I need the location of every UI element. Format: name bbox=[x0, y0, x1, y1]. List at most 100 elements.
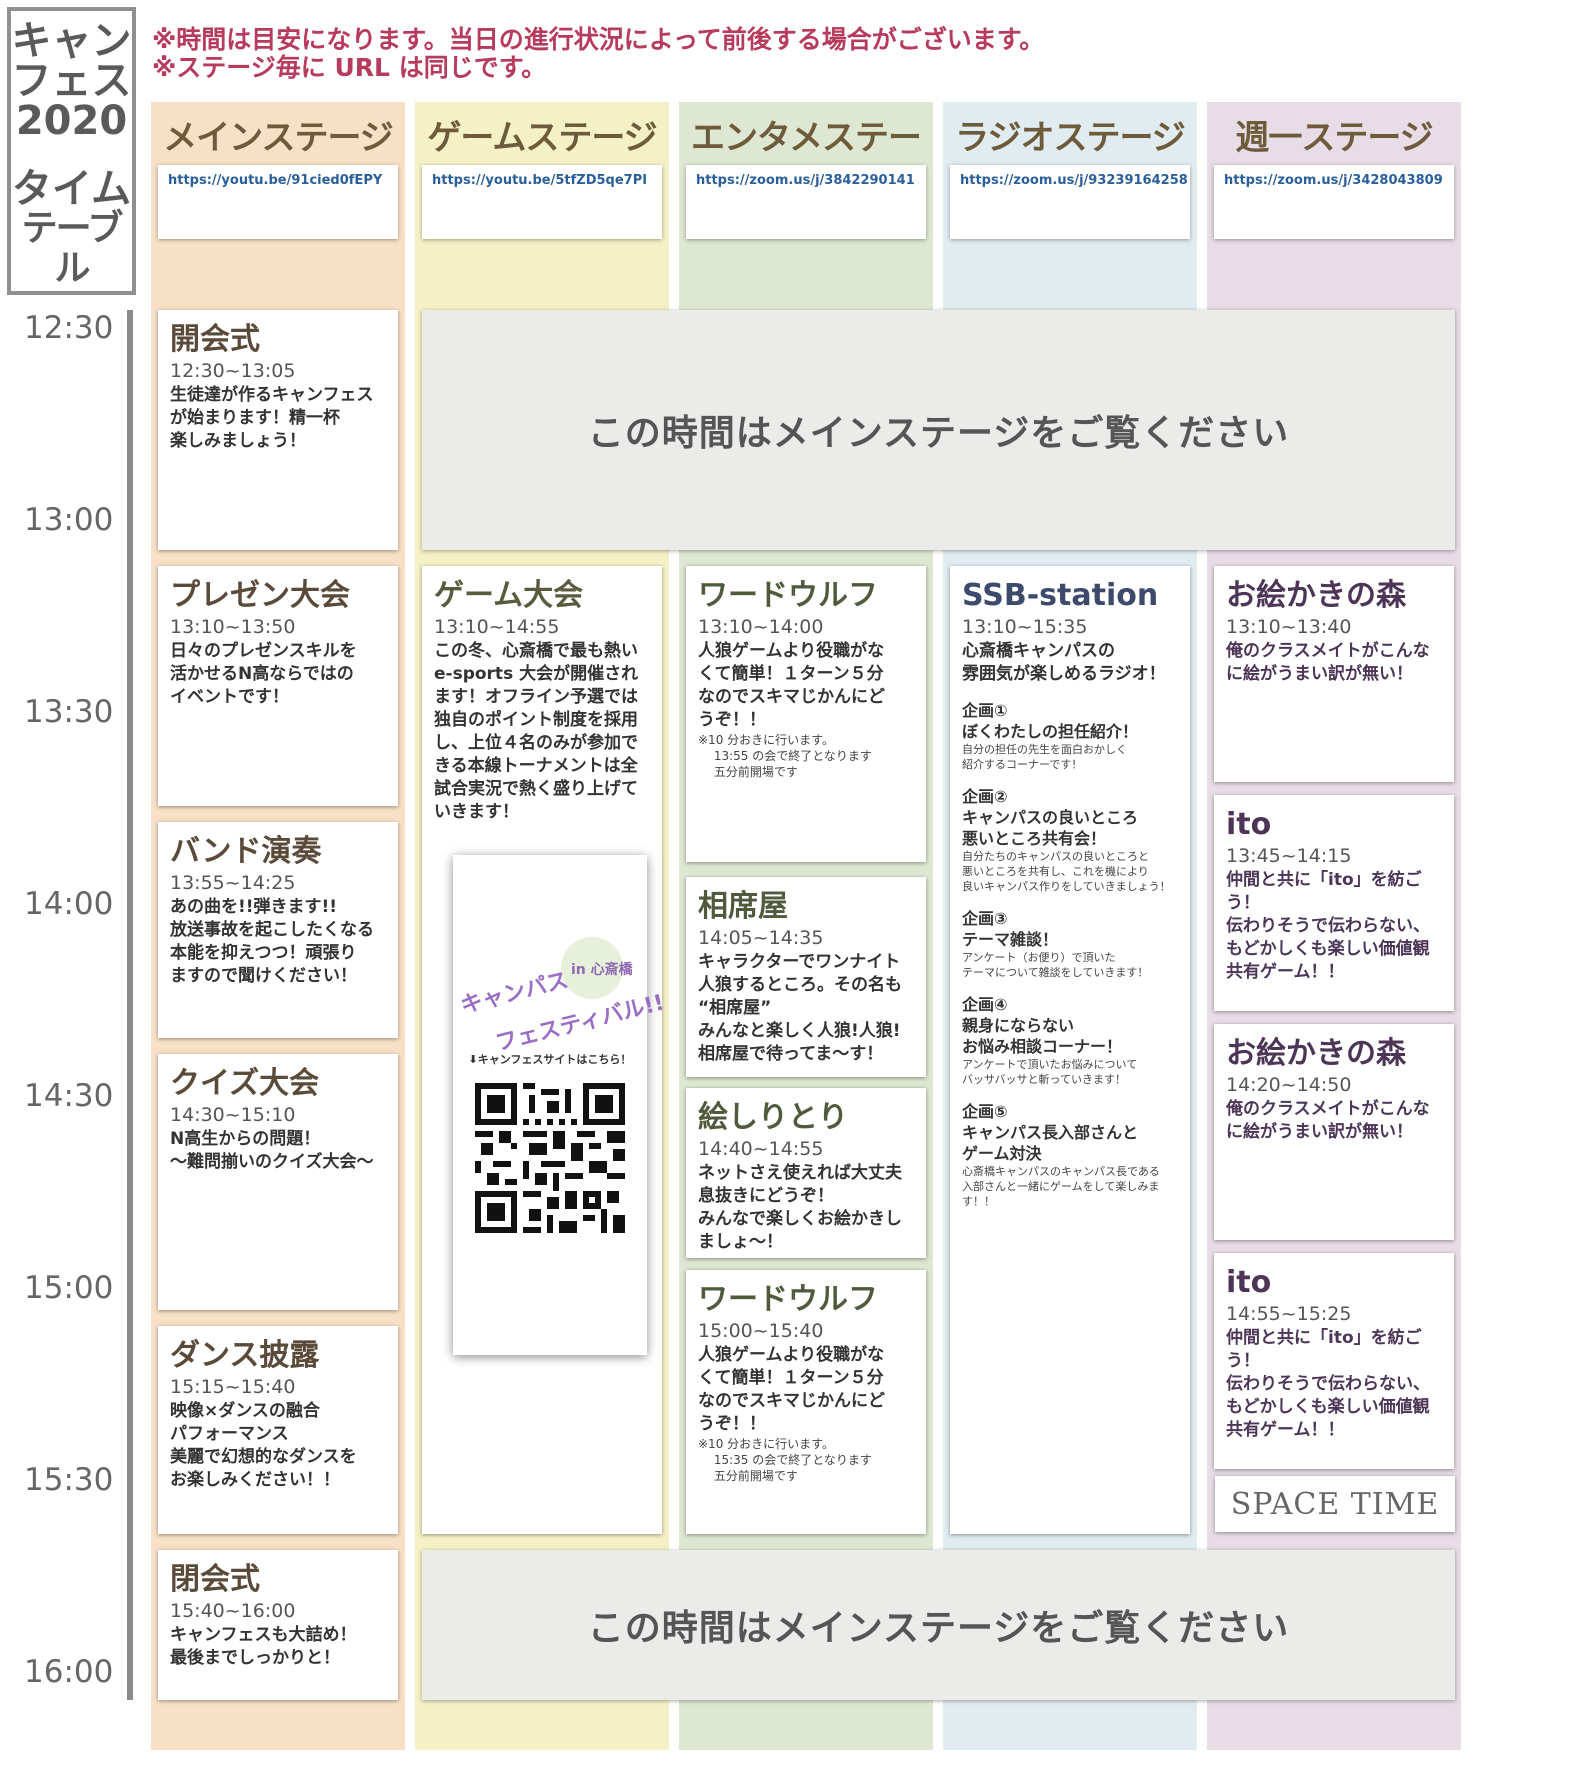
segment-heading: 企画④ bbox=[962, 995, 1008, 1014]
notice-url: ※ステージ毎に URL は同じです。 bbox=[152, 53, 547, 82]
stage-title-radio: ラジオステージ bbox=[955, 118, 1186, 158]
time-label: 16:00 bbox=[24, 1654, 114, 1690]
event-time: 13:10~15:35 bbox=[962, 616, 1088, 638]
qr-code-icon[interactable] bbox=[475, 1083, 625, 1233]
event-time: 14:40~14:55 bbox=[698, 1138, 824, 1160]
event-description: 生徒達が作るキャンフェス が始まります！精一杯 楽しみましょう！ bbox=[170, 385, 374, 451]
poster-caption: ⬇キャンフェスサイトはこちら！ bbox=[468, 1053, 632, 1066]
radio-segment: 企画③ テーマ雑談！ アンケート（お便り）で頂いた テーマについて雑談をしていき… bbox=[962, 908, 1178, 980]
stage-url-radio[interactable]: https://zoom.us/j/93239164258 bbox=[950, 165, 1190, 239]
time-label: 13:00 bbox=[24, 502, 114, 538]
event-card-enta[interactable]: 相席屋 14:05~14:35 キャラクターでワンナイト 人狼するところ。その名… bbox=[686, 877, 926, 1077]
event-time: 14:20~14:50 bbox=[1226, 1074, 1352, 1096]
event-time: 15:00~15:40 bbox=[698, 1320, 824, 1342]
campus-fest-poster[interactable]: in 心斎橋 キャンパス フェスティバル!! ⬇キャンフェスサイトはこちら！ bbox=[453, 855, 667, 1355]
radio-segment: 企画⑤ キャンパス長入部さんと ゲーム対決 心斎橋キャンパスのキャンパス長である… bbox=[962, 1101, 1178, 1209]
event-description: 仲間と共に「ito」を紡ごう！ 伝わりそうで伝わらない、 もどかしくも楽しい価値… bbox=[1226, 1328, 1430, 1440]
stage-url-week[interactable]: https://zoom.us/j/3428043809 bbox=[1214, 165, 1454, 239]
event-card-radio[interactable]: SSB-station 13:10~15:35 心斎橋キャンパスの 雰囲気が楽し… bbox=[950, 566, 1190, 1534]
event-card-week[interactable]: お絵かきの森 13:10~13:40 俺のクラスメイトがこんな に絵がうまい訳が… bbox=[1214, 566, 1454, 782]
title-line-5: テーブル bbox=[21, 208, 124, 289]
event-time: 13:10~14:00 bbox=[698, 616, 824, 638]
event-time: 13:55~14:25 bbox=[170, 872, 296, 894]
event-description: 心斎橋キャンパスの 雰囲気が楽しめるラジオ！ bbox=[962, 641, 1166, 684]
event-title: 絵しりとり bbox=[698, 1100, 848, 1135]
event-card-enta[interactable]: 絵しりとり 14:40~14:55 ネットさえ使えれば大丈夫 息抜きにどうぞ！ … bbox=[686, 1088, 926, 1258]
timeline-bar bbox=[127, 310, 133, 1700]
event-time: 14:05~14:35 bbox=[698, 927, 824, 949]
segment-title: ぼくわたしの担任紹介！ bbox=[962, 722, 1139, 741]
segment-title: テーマ雑談！ bbox=[962, 930, 1059, 949]
event-description: あの曲を!!弾きます!! 放送事故を起こしたくなる 本能を抑えつつ！頑張り ます… bbox=[170, 897, 374, 986]
event-card-week[interactable]: お絵かきの森 14:20~14:50 俺のクラスメイトがこんな に絵がうまい訳が… bbox=[1214, 1024, 1454, 1240]
title-line-1: キャン bbox=[11, 18, 132, 64]
time-label: 14:30 bbox=[24, 1078, 114, 1114]
segment-heading: 企画⑤ bbox=[962, 1102, 1008, 1121]
segment-title: キャンパスの良いところ 悪いところ共有会！ bbox=[962, 808, 1139, 848]
event-card-week[interactable]: ito 13:45~14:15 仲間と共に「ito」を紡ごう！ 伝わりそうで伝わ… bbox=[1214, 795, 1454, 1011]
segment-description: アンケート（お便り）で頂いた テーマについて雑談をしていきます！ bbox=[962, 951, 1149, 979]
event-description: キャラクターでワンナイト 人狼するところ。その名も “相席屋” みんなと楽しく人… bbox=[698, 952, 902, 1064]
event-title: ワードウルフ bbox=[698, 1282, 878, 1317]
event-title: バンド演奏 bbox=[170, 834, 322, 869]
event-card-enta[interactable]: ワードウルフ 15:00~15:40 人狼ゲームより役職がな くて簡単！１ターン… bbox=[686, 1270, 926, 1534]
time-label: 15:00 bbox=[24, 1270, 114, 1306]
event-description: 仲間と共に「ito」を紡ごう！ 伝わりそうで伝わらない、 もどかしくも楽しい価値… bbox=[1226, 870, 1430, 982]
title-line-2: フェス bbox=[11, 58, 132, 104]
segment-title: 親身にならない お悩み相談コーナー！ bbox=[962, 1016, 1123, 1056]
stage-url-game[interactable]: https://youtu.be/5tfZD5qe7PI bbox=[422, 165, 662, 239]
event-time: 14:30~15:10 bbox=[170, 1104, 296, 1126]
event-time: 14:55~15:25 bbox=[1226, 1303, 1352, 1325]
event-time: 13:10~13:50 bbox=[170, 616, 296, 638]
event-title: お絵かきの森 bbox=[1226, 1036, 1406, 1071]
segment-heading: 企画② bbox=[962, 787, 1008, 806]
event-time: 13:10~14:55 bbox=[434, 616, 560, 638]
segment-heading: 企画① bbox=[962, 701, 1008, 720]
event-description: キャンフェスも大詰め！ 最後までしっかりと！ bbox=[170, 1625, 357, 1668]
event-title: 閉会式 bbox=[170, 1562, 260, 1597]
event-title: クイズ大会 bbox=[170, 1066, 320, 1101]
main-stage-notice-band-top: この時間はメインステージをご覧ください bbox=[422, 310, 1455, 550]
time-label: 15:30 bbox=[24, 1462, 114, 1498]
event-card-main[interactable]: 開会式 12:30~13:05 生徒達が作るキャンフェス が始まります！精一杯 … bbox=[158, 310, 398, 550]
event-description: 人狼ゲームより役職がな くて簡単！１ターン５分 なのでスキマじかんにど うぞ！！ bbox=[698, 1345, 885, 1434]
event-note: ※10 分おきに行います。 15:35 の会で終了となります 五分前開場です bbox=[698, 1437, 872, 1483]
event-time: 13:10~13:40 bbox=[1226, 616, 1352, 638]
title-line-4: タイム bbox=[11, 166, 132, 212]
event-description: N高生からの問題！ 〜難問揃いのクイズ大会〜 bbox=[170, 1129, 374, 1172]
event-card-enta[interactable]: ワードウルフ 13:10~14:00 人狼ゲームより役職がな くて簡単！１ターン… bbox=[686, 566, 926, 862]
radio-segment: 企画④ 親身にならない お悩み相談コーナー！ アンケートで頂いたお悩みについて … bbox=[962, 994, 1178, 1087]
event-time: 15:15~15:40 bbox=[170, 1376, 296, 1398]
event-card-main[interactable]: ダンス披露 15:15~15:40 映像×ダンスの融合 パフォーマンス 美麗で幻… bbox=[158, 1326, 398, 1534]
event-title: ゲーム大会 bbox=[434, 578, 584, 613]
space-time-card: SPACE TIME bbox=[1215, 1476, 1455, 1532]
segment-description: 自分たちのキャンパスの良いところと 悪いところを共有し、これを機により 良いキャ… bbox=[962, 850, 1171, 893]
event-title: お絵かきの森 bbox=[1226, 578, 1406, 613]
event-card-main[interactable]: プレゼン大会 13:10~13:50 日々のプレゼンスキルを 活かせるN高ならで… bbox=[158, 566, 398, 806]
stage-title-game: ゲームステージ bbox=[427, 118, 657, 158]
event-card-main[interactable]: 閉会式 15:40~16:00 キャンフェスも大詰め！ 最後までしっかりと！ bbox=[158, 1550, 398, 1700]
time-label: 14:00 bbox=[24, 886, 114, 922]
radio-segment: 企画① ぼくわたしの担任紹介！ 自分の担任の先生を面白おかしく 紹介するコーナー… bbox=[962, 700, 1178, 772]
title-box: キャン フェス 2020 タイム テーブル bbox=[7, 7, 136, 295]
event-time: 13:45~14:15 bbox=[1226, 845, 1352, 867]
event-description: 人狼ゲームより役職がな くて簡単！１ターン５分 なのでスキマじかんにど うぞ！！ bbox=[698, 641, 885, 730]
event-time: 15:40~16:00 bbox=[170, 1600, 296, 1622]
segment-description: 自分の担任の先生を面白おかしく 紹介するコーナーです！ bbox=[962, 743, 1127, 771]
event-description: 映像×ダンスの融合 パフォーマンス 美麗で幻想的なダンスを お楽しみください！！ bbox=[170, 1401, 357, 1490]
event-description: ネットさえ使えれば大丈夫 息抜きにどうぞ！ みんなで楽しくお絵かきし ましょ〜！ bbox=[698, 1163, 902, 1252]
event-title: 開会式 bbox=[170, 322, 260, 357]
stage-url-enta[interactable]: https://zoom.us/j/3842290141 bbox=[686, 165, 926, 239]
event-description: 俺のクラスメイトがこんな に絵がうまい訳が無い！ bbox=[1226, 641, 1430, 684]
event-title: ワードウルフ bbox=[698, 578, 878, 613]
event-description: 俺のクラスメイトがこんな に絵がうまい訳が無い！ bbox=[1226, 1099, 1430, 1142]
stage-url-main[interactable]: https://youtu.be/91cied0fEPY bbox=[158, 165, 398, 239]
segment-description: アンケートで頂いたお悩みについて バッサバッサと斬っていきます！ bbox=[962, 1058, 1138, 1086]
event-card-main[interactable]: バンド演奏 13:55~14:25 あの曲を!!弾きます!! 放送事故を起こした… bbox=[158, 822, 398, 1038]
time-label: 12:30 bbox=[24, 310, 114, 346]
event-card-week[interactable]: ito 14:55~15:25 仲間と共に「ito」を紡ごう！ 伝わりそうで伝わ… bbox=[1214, 1253, 1454, 1469]
event-title: ito bbox=[1226, 1265, 1272, 1300]
stage-title-main: メインステージ bbox=[163, 118, 394, 158]
segment-title: キャンパス長入部さんと ゲーム対決 bbox=[962, 1123, 1139, 1163]
event-card-main[interactable]: クイズ大会 14:30~15:10 N高生からの問題！ 〜難問揃いのクイズ大会〜 bbox=[158, 1054, 398, 1310]
